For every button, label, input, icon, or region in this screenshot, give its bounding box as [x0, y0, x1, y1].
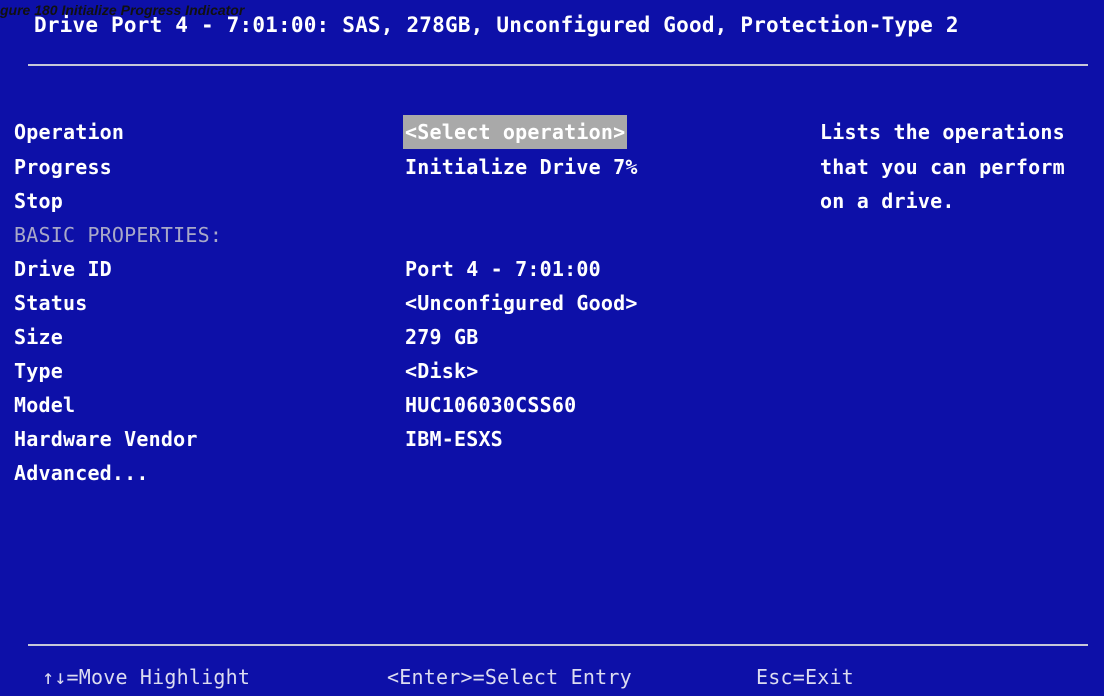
help-text-line-1: Lists the operations: [820, 120, 1065, 144]
operation-label: Operation: [14, 120, 125, 144]
size-label: Size: [14, 325, 63, 349]
model-value: HUC106030CSS60: [405, 393, 577, 417]
bios-screen: Drive Port 4 - 7:01:00: SAS, 278GB, Unco…: [0, 0, 1104, 696]
drive-id-label: Drive ID: [14, 257, 112, 281]
advanced-item[interactable]: Advanced...: [14, 456, 149, 490]
operation-select[interactable]: <Select operation>: [403, 115, 628, 149]
size-value: 279 GB: [405, 325, 479, 349]
footer-exit: Esc=Exit: [756, 665, 854, 689]
progress-value: Initialize Drive 7%: [405, 155, 638, 179]
hardware-vendor-value: IBM-ESXS: [405, 427, 503, 451]
figure-caption: gure 180 Initialize Progress Indicator: [0, 2, 245, 18]
type-select[interactable]: <Disk>: [405, 354, 478, 388]
status-select[interactable]: <Unconfigured Good>: [405, 286, 638, 320]
hardware-vendor-label: Hardware Vendor: [14, 427, 198, 451]
drive-id-value: Port 4 - 7:01:00: [405, 257, 601, 281]
help-text-line-2: that you can perform: [820, 155, 1065, 179]
header-divider: [28, 64, 1088, 66]
basic-properties-heading: BASIC PROPERTIES:: [14, 223, 223, 247]
model-label: Model: [14, 393, 76, 417]
type-label: Type: [14, 359, 63, 383]
help-text-line-3: on a drive.: [820, 189, 955, 213]
stop-item[interactable]: Stop: [14, 184, 63, 218]
footer-move-highlight: ↑↓=Move Highlight: [42, 665, 251, 689]
footer-select-entry: <Enter>=Select Entry: [387, 665, 632, 689]
progress-label: Progress: [14, 155, 112, 179]
status-label: Status: [14, 291, 88, 315]
footer-divider: [28, 644, 1088, 646]
